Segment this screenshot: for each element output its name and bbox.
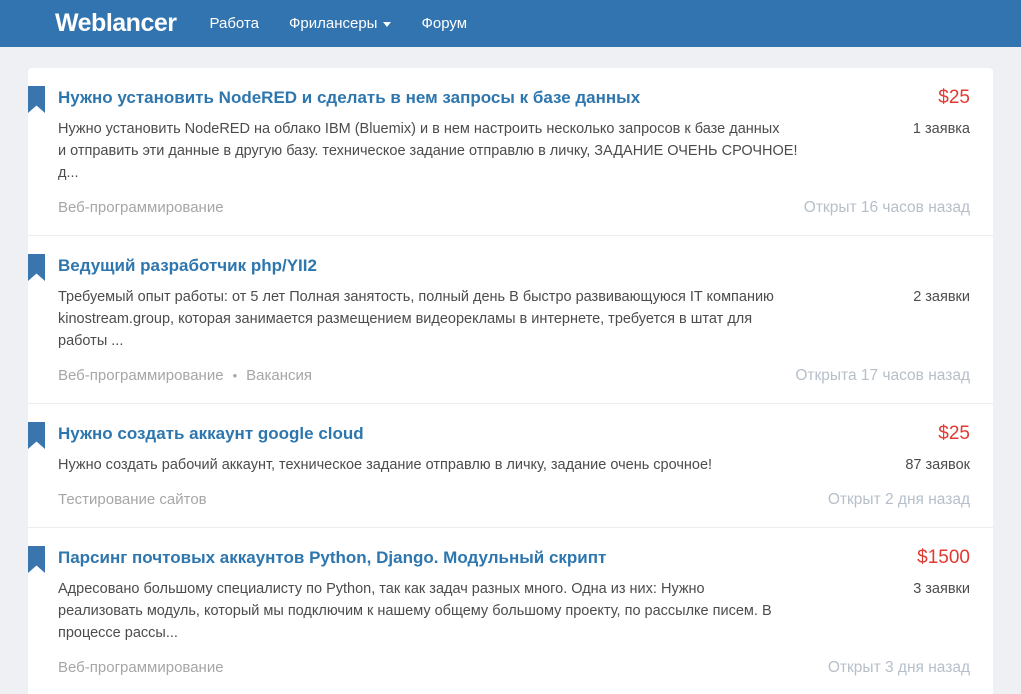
- description-line: работы ...: [58, 330, 774, 352]
- description-line: процессе рассы...: [58, 622, 772, 644]
- project-title-link[interactable]: Ведущий разработчик php/YII2: [58, 255, 347, 277]
- main-nav: Работа Фрилансеры Форум: [194, 0, 482, 47]
- project-title-row: Нужно установить NodeRED и сделать в нем…: [58, 87, 970, 109]
- project-categories: Веб-программирование: [58, 659, 224, 677]
- project-title-link[interactable]: Нужно создать аккаунт google cloud: [58, 423, 394, 445]
- project-footer-row: Веб-программирование • Вакансия Открыта 17…: [58, 367, 970, 385]
- project-description: Нужно установить NodeRED на облако IBM (…: [58, 118, 798, 184]
- project-body-row: Нужно установить NodeRED на облако IBM (…: [58, 118, 970, 184]
- project-list: Нужно установить NodeRED и сделать в нем…: [28, 68, 993, 694]
- bookmark-icon[interactable]: [28, 422, 45, 449]
- top-navbar: Weblancer Работа Фрилансеры Форум: [0, 0, 1021, 47]
- project-opened-ago: Открыт 2 дня назад: [828, 491, 970, 509]
- project-bids-count: 2 заявки: [913, 286, 970, 308]
- project-footer-row: Тестирование сайтов Открыт 2 дня назад: [58, 491, 970, 509]
- project-bids-count: 3 заявки: [913, 578, 970, 600]
- project-title-row: Нужно создать аккаунт google cloud $25: [58, 423, 970, 445]
- chevron-down-icon: [383, 22, 391, 27]
- project-opened-ago: Открыт 3 дня назад: [828, 659, 970, 677]
- category-link[interactable]: Веб-программирование: [58, 659, 224, 676]
- description-line: Требуемый опыт работы: от 5 лет Полная з…: [58, 286, 774, 308]
- description-line: Адресовано большому специалисту по Pytho…: [58, 578, 772, 600]
- category-separator-dot: •: [233, 367, 238, 385]
- nav-item-label: Форум: [421, 15, 467, 32]
- project-row[interactable]: Нужно установить NodeRED и сделать в нем…: [28, 68, 993, 236]
- category-link[interactable]: Веб-программирование: [58, 367, 224, 384]
- project-title-row: Парсинг почтовых аккаунтов Python, Djang…: [58, 547, 970, 569]
- project-bids-count: 1 заявка: [913, 118, 970, 140]
- project-row[interactable]: Парсинг почтовых аккаунтов Python, Djang…: [28, 528, 993, 694]
- category-link[interactable]: Вакансия: [246, 367, 312, 384]
- nav-item-label: Фрилансеры: [289, 15, 377, 32]
- project-description: Нужно создать рабочий аккаунт, техническ…: [58, 454, 712, 476]
- project-title-link[interactable]: Нужно установить NodeRED и сделать в нем…: [58, 87, 670, 109]
- project-description: Адресовано большому специалисту по Pytho…: [58, 578, 772, 644]
- project-title-link[interactable]: Парсинг почтовых аккаунтов Python, Djang…: [58, 547, 636, 569]
- project-categories: Веб-программирование: [58, 199, 224, 217]
- project-body-row: Нужно создать рабочий аккаунт, техническ…: [58, 454, 970, 476]
- description-line: kinostream.group, которая занимается раз…: [58, 308, 774, 330]
- project-row[interactable]: Нужно создать аккаунт google cloud $25 Н…: [28, 404, 993, 528]
- description-line: д...: [58, 162, 798, 184]
- project-title-row: Ведущий разработчик php/YII2: [58, 255, 970, 277]
- project-body-row: Требуемый опыт работы: от 5 лет Полная з…: [58, 286, 970, 352]
- description-line: и отправить эти данные в другую базу. те…: [58, 140, 798, 162]
- project-description: Требуемый опыт работы: от 5 лет Полная з…: [58, 286, 774, 352]
- description-line: реализовать модуль, который мы подключим…: [58, 600, 772, 622]
- nav-item[interactable]: Фрилансеры: [274, 0, 406, 47]
- nav-item[interactable]: Форум: [406, 0, 482, 47]
- weblancer-logo[interactable]: Weblancer: [55, 9, 176, 38]
- project-price: $1500: [917, 547, 970, 569]
- project-categories: Тестирование сайтов: [58, 491, 207, 509]
- category-link[interactable]: Тестирование сайтов: [58, 491, 207, 508]
- project-categories: Веб-программирование • Вакансия: [58, 367, 312, 385]
- project-row[interactable]: Ведущий разработчик php/YII2 Требуемый о…: [28, 236, 993, 404]
- bookmark-icon[interactable]: [28, 86, 45, 113]
- nav-item[interactable]: Работа: [194, 0, 274, 47]
- description-line: Нужно установить NodeRED на облако IBM (…: [58, 118, 798, 140]
- project-price: $25: [938, 87, 970, 109]
- description-line: Нужно создать рабочий аккаунт, техническ…: [58, 454, 712, 476]
- project-footer-row: Веб-программирование Открыт 16 часов наз…: [58, 199, 970, 217]
- nav-item-label: Работа: [209, 15, 259, 32]
- project-bids-count: 87 заявок: [905, 454, 970, 476]
- category-link[interactable]: Веб-программирование: [58, 199, 224, 216]
- project-opened-ago: Открыта 17 часов назад: [795, 367, 970, 385]
- project-price: $25: [938, 423, 970, 445]
- project-opened-ago: Открыт 16 часов назад: [804, 199, 970, 217]
- bookmark-icon[interactable]: [28, 546, 45, 573]
- bookmark-icon[interactable]: [28, 254, 45, 281]
- project-footer-row: Веб-программирование Открыт 3 дня назад: [58, 659, 970, 677]
- project-body-row: Адресовано большому специалисту по Pytho…: [58, 578, 970, 644]
